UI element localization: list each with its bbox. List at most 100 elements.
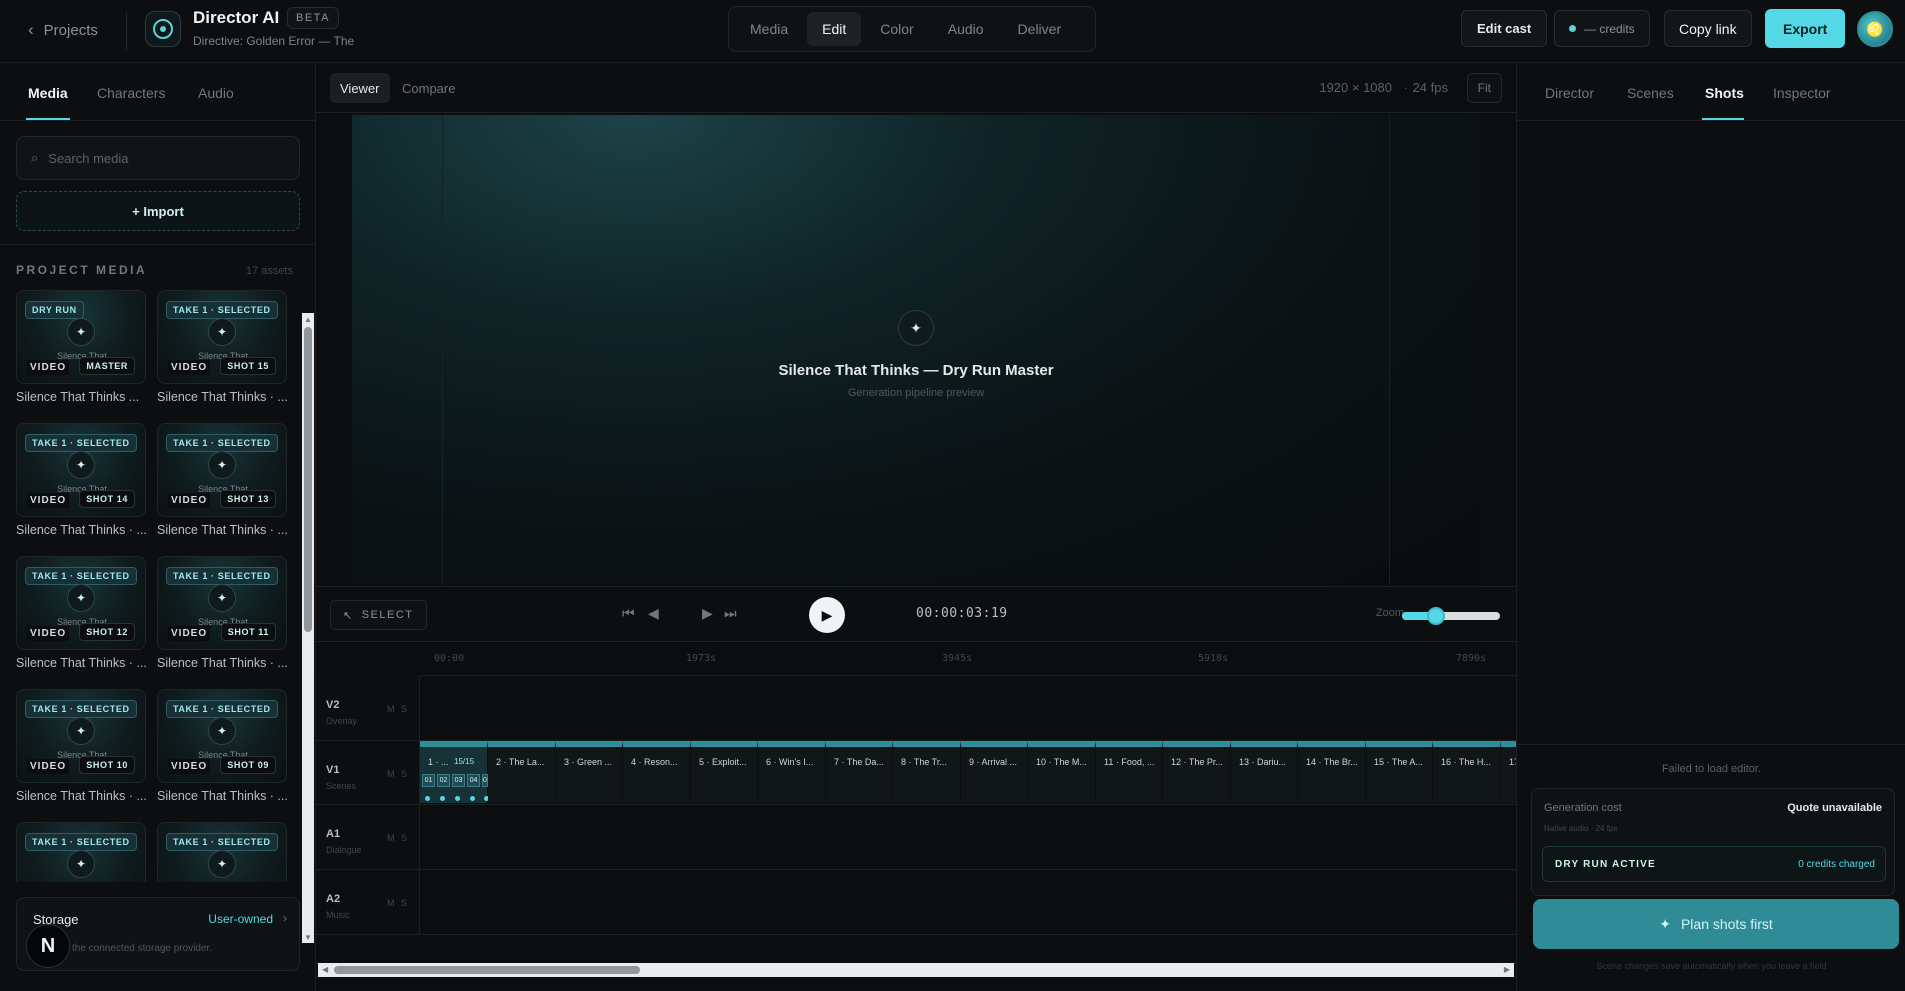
track-lane-a2[interactable] (420, 870, 1516, 935)
video-badge: VIDEO (27, 759, 70, 774)
media-card[interactable]: TAKE 1 · SELECTED ✦ (16, 822, 146, 882)
scene-clip[interactable]: 16 · The H... (1433, 741, 1501, 803)
scene-clip[interactable]: 1 · ... 15/15 01 02 03 04 0 (420, 741, 489, 803)
clip-label: 14 · The Br... (1306, 757, 1358, 767)
app-logo[interactable] (145, 11, 181, 47)
export-button[interactable]: Export (1765, 9, 1846, 48)
mode-color[interactable]: Color (865, 12, 928, 46)
scroll-up-icon[interactable]: ▲ (304, 315, 312, 324)
media-card[interactable]: TAKE 1 · SELECTED ✦ (157, 822, 287, 882)
tab-director[interactable]: Director (1545, 85, 1594, 101)
track-header-a2[interactable]: A2 Music M S (316, 870, 420, 935)
media-card[interactable]: TAKE 1 · SELECTED ✦ Silence That VIDEO S… (16, 689, 147, 803)
scene-clip[interactable]: 5 · Exploit... (691, 741, 758, 803)
scene-clip[interactable]: 10 · The M... (1028, 741, 1096, 803)
media-card[interactable]: TAKE 1 · SELECTED ✦ Silence That VIDEO S… (157, 290, 288, 404)
play-button[interactable]: ▶ (809, 597, 845, 633)
shot-chip[interactable]: 03 (452, 774, 465, 787)
tab-audio[interactable]: Audio (198, 85, 234, 101)
mute-solo-toggles[interactable]: M S (387, 898, 409, 908)
mute-solo-toggles[interactable]: M S (387, 704, 409, 714)
tab-scenes[interactable]: Scenes (1627, 85, 1674, 101)
track-lane-v2[interactable] (420, 676, 1516, 741)
scene-clip[interactable]: 8 · The Tr... (893, 741, 961, 803)
take-badge: TAKE 1 · SELECTED (166, 434, 278, 452)
mode-edit[interactable]: Edit (807, 12, 862, 46)
media-card[interactable]: TAKE 1 · SELECTED ✦ Silence That VIDEO S… (157, 556, 288, 670)
credits-indicator[interactable]: — credits (1554, 10, 1650, 47)
n-badge-icon[interactable]: N (26, 924, 70, 968)
scrollbar-thumb[interactable] (334, 966, 640, 974)
scene-clip[interactable]: 3 · Green ... (556, 741, 623, 803)
media-card-label: Silence That Thinks · ... (16, 523, 147, 537)
project-media-heading: PROJECT MEDIA (16, 263, 148, 277)
media-card[interactable]: TAKE 1 · SELECTED ✦ Silence That VIDEO S… (16, 423, 147, 537)
tab-compare[interactable]: Compare (392, 73, 465, 103)
edit-cast-button[interactable]: Edit cast (1461, 10, 1548, 47)
fit-button[interactable]: Fit (1466, 73, 1502, 103)
scene-clip[interactable]: 9 · Arrival ... (961, 741, 1028, 803)
scroll-down-icon[interactable]: ▼ (304, 933, 312, 942)
scene-clip[interactable]: 13 · Dariu... (1231, 741, 1298, 803)
mode-audio[interactable]: Audio (933, 12, 999, 46)
plan-shots-button[interactable]: ✦ Plan shots first (1533, 899, 1899, 949)
scene-clip[interactable]: 6 · Win's I... (758, 741, 826, 803)
shot-chip[interactable]: 01 (422, 774, 435, 787)
user-avatar[interactable]: ♌ (1857, 11, 1893, 47)
step-forward-icon[interactable]: ▶ (702, 605, 713, 622)
track-lane-v1[interactable]: 1 · ... 15/15 01 02 03 04 0 2 · The La..… (420, 741, 1516, 805)
tab-viewer[interactable]: Viewer (330, 73, 390, 103)
track-subtitle: Overlay (326, 716, 358, 726)
mode-media[interactable]: Media (735, 12, 803, 46)
zoom-slider-handle[interactable] (1427, 607, 1446, 625)
tab-characters[interactable]: Characters (97, 85, 165, 101)
scene-clip[interactable]: 15 · The A... (1366, 741, 1433, 803)
media-card[interactable]: DRY RUN ✦ Silence That VIDEO MASTER Sile… (16, 290, 146, 404)
select-tool-button[interactable]: ↖ SELECT (330, 600, 427, 630)
mute-solo-toggles[interactable]: M S (387, 833, 409, 843)
track-header-a1[interactable]: A1 Dialogue M S (316, 805, 420, 870)
track-header-v1[interactable]: V1 Scenes M S (316, 741, 420, 805)
scene-clip[interactable]: 12 · The Pr... (1163, 741, 1231, 803)
media-card[interactable]: TAKE 1 · SELECTED ✦ Silence That VIDEO S… (16, 556, 147, 670)
copy-link-button[interactable]: Copy link (1664, 10, 1752, 47)
mode-deliver[interactable]: Deliver (1003, 12, 1077, 46)
skip-start-icon[interactable]: ⏮ (622, 605, 635, 622)
scene-clip[interactable]: 7 · The Da... (826, 741, 893, 803)
time-ruler[interactable]: 00:00 1973s 3945s 5918s 7890s (420, 642, 1516, 676)
shot-badge: SHOT 15 (220, 357, 276, 375)
scene-clip[interactable]: 4 · Reson... (623, 741, 691, 803)
back-label: Projects (43, 21, 98, 39)
zoom-slider[interactable] (1402, 607, 1500, 625)
import-button[interactable]: + Import (16, 191, 300, 231)
scene-clip[interactable]: 14 · The Br... (1298, 741, 1366, 803)
tab-shots[interactable]: Shots (1705, 85, 1744, 101)
media-card-label: Silence That Thinks · ... (157, 523, 288, 537)
media-scrollbar[interactable]: ▲ ▼ (302, 313, 314, 943)
timeline-scrollbar[interactable]: ◀ ▶ (318, 963, 1514, 977)
skip-end-icon[interactable]: ⏭ (724, 605, 737, 622)
scene-clip[interactable]: 11 · Food, ... (1096, 741, 1163, 803)
step-back-icon[interactable]: ◀ (648, 605, 659, 622)
scene-clip[interactable]: 2 · The La... (488, 741, 556, 803)
back-to-projects[interactable]: ‹ Projects (28, 20, 98, 40)
render-settings: Native audio · 24 fps (1544, 824, 1618, 833)
status-dot (440, 796, 445, 801)
shot-chip[interactable]: 04 (467, 774, 480, 787)
search-input[interactable] (48, 150, 279, 166)
scene-clip[interactable]: 17 (1501, 741, 1516, 803)
tab-media[interactable]: Media (28, 85, 68, 101)
track-lane-a1[interactable] (420, 805, 1516, 870)
preview-viewer[interactable]: ✦ Silence That Thinks — Dry Run Master G… (352, 115, 1480, 585)
track-name: V2 (326, 699, 340, 711)
scroll-right-icon[interactable]: ▶ (1504, 965, 1510, 974)
scroll-left-icon[interactable]: ◀ (322, 965, 328, 974)
media-card[interactable]: TAKE 1 · SELECTED ✦ Silence That VIDEO S… (157, 689, 288, 803)
mute-solo-toggles[interactable]: M S (387, 769, 409, 779)
scrollbar-thumb[interactable] (304, 327, 312, 632)
media-card[interactable]: TAKE 1 · SELECTED ✦ Silence That VIDEO S… (157, 423, 288, 537)
shot-chip[interactable]: 02 (437, 774, 450, 787)
tab-inspector[interactable]: Inspector (1773, 85, 1831, 101)
play-icon: ▶ (821, 606, 833, 623)
track-header-v2[interactable]: V2 Overlay M S (316, 676, 420, 741)
